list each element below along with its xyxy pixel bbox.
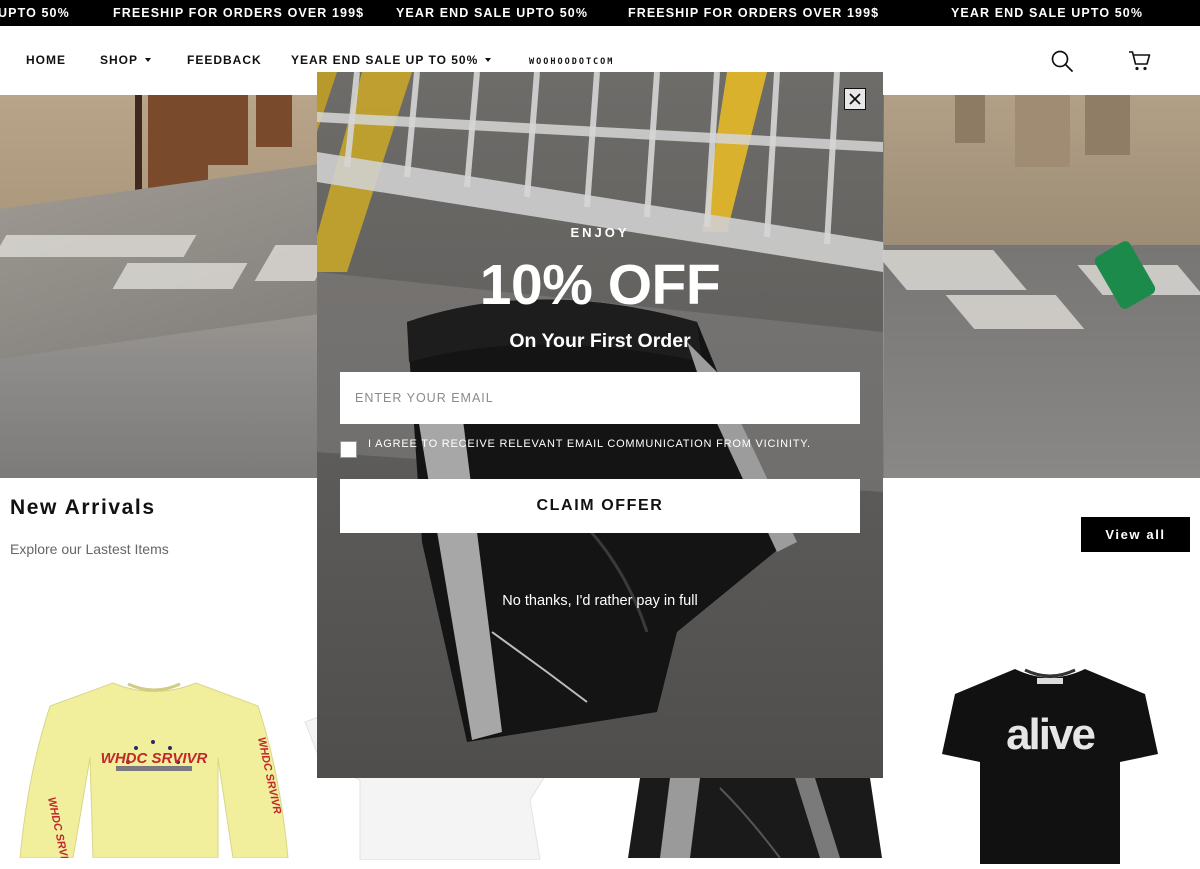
nav-label: HOME (26, 53, 66, 67)
announcement-item: UPTO 50% (0, 6, 70, 20)
hero-pole (135, 95, 142, 190)
product-image: alive (942, 668, 1158, 864)
announcement-item: YEAR END SALE UPTO 50% (951, 6, 1144, 20)
nav-feedback[interactable]: FEEDBACK (187, 53, 262, 67)
popup-background-image (317, 72, 883, 778)
chevron-down-icon (485, 57, 492, 62)
product-print-text: WHDC SRVIVR (101, 750, 208, 767)
announcement-item: YEAR END SALE UPTO 50% (396, 6, 589, 20)
consent-checkbox[interactable] (340, 441, 357, 458)
hero-bollard (1015, 95, 1070, 167)
nav-year-end-sale[interactable]: YEAR END SALE UP TO 50% (291, 53, 492, 67)
chevron-down-icon (145, 57, 152, 62)
product-card[interactable]: WHDC SRVIVR WHDC SRVIVR WHDC SRVIVR (18, 678, 290, 869)
hero-planter (208, 95, 248, 165)
popup-eyebrow: ENJOY (570, 225, 630, 240)
search-icon[interactable] (1050, 49, 1074, 78)
popup-headline: 10% OFF (479, 253, 721, 317)
hero-crosswalk-stripe (112, 263, 248, 289)
section-subtitle: Explore our Lastest Items (10, 541, 169, 557)
product-image (628, 778, 882, 859)
product-print-text: alive (1006, 710, 1094, 759)
popup-subheadline: On Your First Order (509, 330, 691, 352)
site-logo[interactable]: WOOHOODOTCOM (529, 57, 614, 67)
announcement-item: FREESHIP FOR ORDERS OVER 199$ (113, 6, 365, 20)
nav-label: SHOP (100, 53, 139, 67)
product-card[interactable]: alive (940, 664, 1160, 864)
hero-crosswalk-stripe (0, 235, 197, 257)
decline-link[interactable]: No thanks, I'd rather pay in full (317, 593, 883, 609)
email-field[interactable] (340, 372, 860, 424)
claim-offer-button[interactable]: CLAIM OFFER (340, 479, 860, 533)
product-card[interactable] (620, 778, 890, 859)
announcement-item: FREESHIP FOR ORDERS OVER 199$ (628, 6, 880, 20)
section-title: New Arrivals (10, 496, 156, 519)
hero-planter (148, 95, 208, 190)
consent-label: I AGREE TO RECEIVE RELEVANT EMAIL COMMUN… (368, 438, 811, 450)
nav-label: YEAR END SALE UP TO 50% (291, 53, 479, 67)
nav-label: FEEDBACK (187, 53, 262, 67)
nav-shop[interactable]: SHOP (100, 53, 152, 67)
discount-popup: ENJOY 10% OFF On Your First Order I AGRE… (317, 72, 883, 778)
hero-bollard (955, 95, 985, 143)
hero-planter (256, 95, 292, 147)
close-icon[interactable] (844, 88, 866, 110)
announcement-bar: UPTO 50% FREESHIP FOR ORDERS OVER 199$ Y… (0, 0, 1200, 26)
view-all-button[interactable]: View all (1081, 517, 1190, 552)
cart-icon[interactable] (1128, 50, 1152, 77)
product-image: WHDC SRVIVR WHDC SRVIVR WHDC SRVIVR (19, 682, 289, 869)
hero-bollard (1085, 95, 1130, 155)
nav-home[interactable]: HOME (26, 53, 66, 67)
